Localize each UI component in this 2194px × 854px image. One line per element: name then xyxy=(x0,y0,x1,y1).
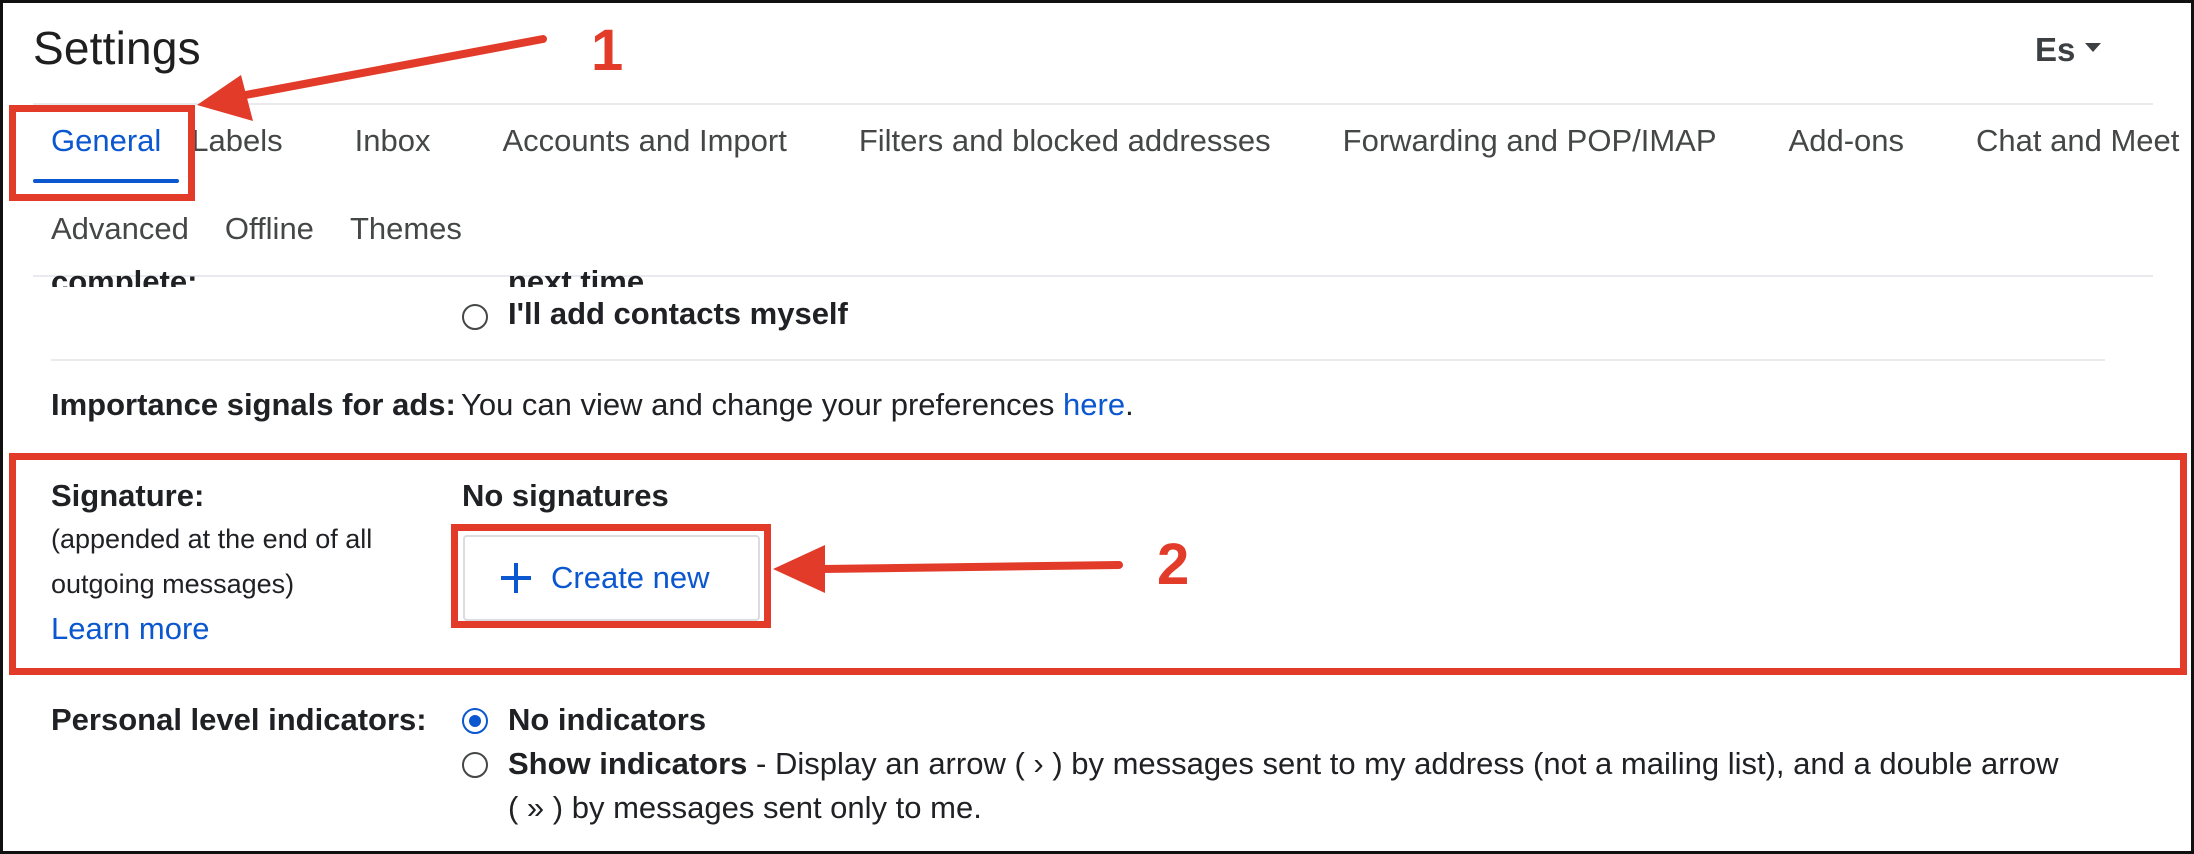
callout-number-2: 2 xyxy=(1157,532,1190,597)
annotation-arrows xyxy=(197,35,1123,593)
callout-number-1: 1 xyxy=(591,18,624,83)
arrow-2-shaft xyxy=(817,561,1123,573)
arrow-1-shaft xyxy=(231,35,547,101)
settings-screenshot: Settings Es General Labels Inbox Account… xyxy=(0,0,2194,854)
arrow-1-head xyxy=(197,75,253,121)
arrow-2-head xyxy=(773,545,825,593)
